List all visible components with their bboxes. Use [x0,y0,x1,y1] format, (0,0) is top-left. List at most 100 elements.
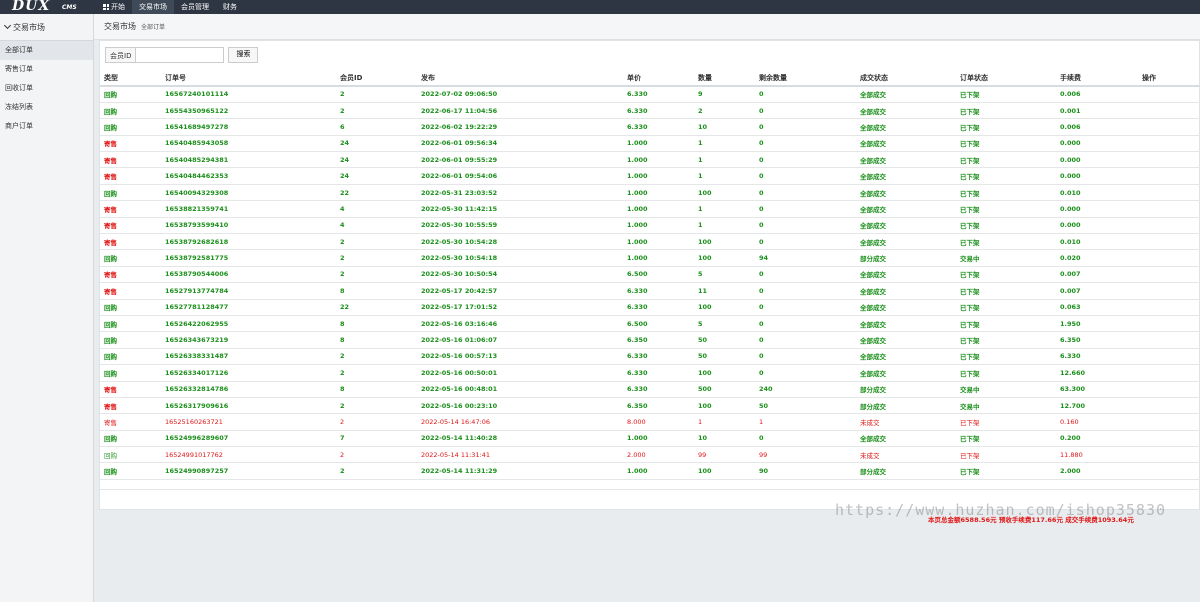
table-cell [1138,200,1200,218]
table-cell: 8 [336,282,417,300]
table-cell: 0.007 [1056,266,1138,284]
table-cell: 全部成交 [856,135,956,153]
table-row[interactable]: 寄售 16527913774784 8 2022-05-17 20:42:57 6.33… [100,282,1200,300]
table-row[interactable]: 回购 16526343673219 8 2022-05-16 01:06:07 6.35… [100,331,1200,349]
table-cell: 0 [755,217,856,235]
table-cell: 全部成交 [856,315,956,333]
logo-sub-text: CMS [62,4,77,11]
table-cell: 6.330 [623,299,694,316]
sidebar-item-merchant-orders[interactable]: 商户订单 [0,117,93,136]
orders-panel: 会员ID 搜索 类型 订单号 会员ID 发布 单价 数量 剩余数量 成交状态 订单状态 手续费 操作… [99,40,1200,524]
table-row[interactable]: 寄售 16538792682618 2 2022-05-30 10:54:28 1.00… [100,233,1200,251]
table-cell: 已下架 [956,446,1056,464]
sidebar-header[interactable]: 交易市场 [0,14,93,41]
table-row[interactable]: 寄售 16525160263721 2 2022-05-14 16:47:06 8.00… [100,413,1200,431]
table-cell: 6.330 [623,364,694,382]
table-cell: 全部成交 [856,331,956,349]
sidebar-item-all-orders[interactable]: 全部订单 [0,41,93,60]
table-cell [1138,118,1200,136]
table-cell: 0 [755,135,856,153]
table-cell: 100 [694,184,755,202]
table-row[interactable]: 回购 16554350965122 2 2022-06-17 11:04:56 6.33… [100,102,1200,120]
table-cell: 16540094329308 [161,184,336,202]
member-id-input[interactable] [135,47,225,63]
table-cell: 1 [694,200,755,218]
table-cell: 全部成交 [856,200,956,218]
table-row[interactable]: 回购 16538792581775 2 2022-05-30 10:54:18 1.00… [100,249,1200,267]
table-cell: 5 [694,266,755,284]
sidebar-item-recycle-orders[interactable]: 回收订单 [0,79,93,98]
table-cell: 交易中 [956,381,1056,398]
table-row[interactable]: 回购 16524990897257 2 2022-05-14 11:31:29 1.00… [100,462,1200,480]
table-cell: 16540485943058 [161,135,336,153]
table-cell: 已下架 [956,331,1056,349]
table-row[interactable]: 寄售 16538821359741 4 2022-05-30 11:42:15 1.00… [100,200,1200,218]
column-header: 数量 [694,71,755,87]
table-cell: 10 [694,118,755,136]
table-cell: 16524996289607 [161,430,336,448]
table-cell: 回购 [100,118,161,136]
table-cell: 已下架 [956,151,1056,169]
table-cell: 16540484462353 [161,167,336,185]
nav-market[interactable]: 交易市场 [132,0,174,14]
table-cell: 4 [336,217,417,235]
table-row[interactable]: 回购 16526334017126 2 2022-05-16 00:50:01 6.33… [100,364,1200,382]
dux-cms-logo[interactable]: DUX CMS [0,0,94,14]
table-row[interactable]: 寄售 16526332814786 8 2022-05-16 00:48:01 6.33… [100,381,1200,398]
table-cell: 2022-05-16 00:57:13 [417,348,623,366]
table-cell [1138,413,1200,431]
table-cell: 6.350 [623,331,694,349]
table-row[interactable]: 寄售 16540484462353 24 2022-06-01 09:54:06 1.0… [100,167,1200,185]
table-cell: 2 [336,462,417,480]
table-cell: 1 [694,167,755,185]
table-cell: 1.000 [623,200,694,218]
table-cell: 2 [694,102,755,120]
table-cell: 16527781128477 [161,299,336,316]
table-cell: 0.000 [1056,217,1138,235]
table-cell: 2 [336,266,417,284]
table-row[interactable]: 回购 16524996289607 7 2022-05-14 11:40:28 1.00… [100,430,1200,448]
table-cell: 全部成交 [856,151,956,169]
table-cell: 1 [755,413,856,431]
sidebar-item-frozen-list[interactable]: 冻结列表 [0,98,93,117]
nav-start[interactable]: 开始 [96,0,132,14]
nav-finance[interactable]: 财务 [216,0,244,14]
table-row[interactable]: 寄售 16540485943058 24 2022-06-01 09:56:34 1.0… [100,135,1200,153]
table-row[interactable]: 回购 16524991017762 2 2022-05-14 11:31:41 2.00… [100,446,1200,464]
table-cell [100,479,161,490]
table-cell: 0 [755,151,856,169]
table-cell [1138,430,1200,448]
table-cell: 0.010 [1056,184,1138,202]
table-row[interactable]: 回购 16527781128477 22 2022-05-17 17:01:52 6.3… [100,299,1200,316]
table-row[interactable]: 寄售 16538793599410 4 2022-05-30 10:55:59 1.00… [100,217,1200,235]
table-row[interactable]: 回购 16526338331487 2 2022-05-16 00:57:13 6.33… [100,348,1200,366]
table-cell: 0.160 [1056,413,1138,431]
table-row[interactable]: 回购 16567240101114 2 2022-07-02 09:06:50 6.33… [100,86,1200,103]
table-row[interactable]: 回购 16541689497278 6 2022-06-02 19:22:29 6.33… [100,118,1200,136]
table-row[interactable]: 寄售 16526317909616 2 2022-05-16 00:23:10 6.35… [100,397,1200,415]
table-cell: 2022-06-01 09:56:34 [417,135,623,153]
table-cell [856,479,956,490]
table-cell: 0 [755,184,856,202]
table-row[interactable]: 寄售 16538790544006 2 2022-05-30 10:50:54 6.50… [100,266,1200,284]
column-header: 单价 [623,71,694,87]
nav-members[interactable]: 会员管理 [174,0,216,14]
column-header: 会员ID [336,71,417,87]
table-cell: 24 [336,135,417,153]
table-cell: 全部成交 [856,430,956,448]
column-header: 手续费 [1056,71,1138,87]
table-cell [1138,135,1200,153]
table-row[interactable]: 回购 16540094329308 22 2022-05-31 23:03:52 1.0… [100,184,1200,202]
table-cell: 16526332814786 [161,381,336,398]
sidebar-item-consign-orders[interactable]: 寄售订单 [0,60,93,79]
table-cell: 全部成交 [856,233,956,251]
table-cell [1138,397,1200,415]
table-cell: 500 [694,381,755,398]
table-cell: 6.330 [623,348,694,366]
table-header-row: 类型 订单号 会员ID 发布 单价 数量 剩余数量 成交状态 订单状态 手续费 操作 [100,71,1200,87]
table-row[interactable]: 回购 16526422062955 8 2022-05-16 03:16:46 6.50… [100,315,1200,333]
table-cell: 0.000 [1056,200,1138,218]
table-cell: 回购 [100,299,161,316]
table-row[interactable]: 寄售 16540485294381 24 2022-06-01 09:55:29 1.0… [100,151,1200,169]
search-button[interactable]: 搜索 [228,47,259,63]
